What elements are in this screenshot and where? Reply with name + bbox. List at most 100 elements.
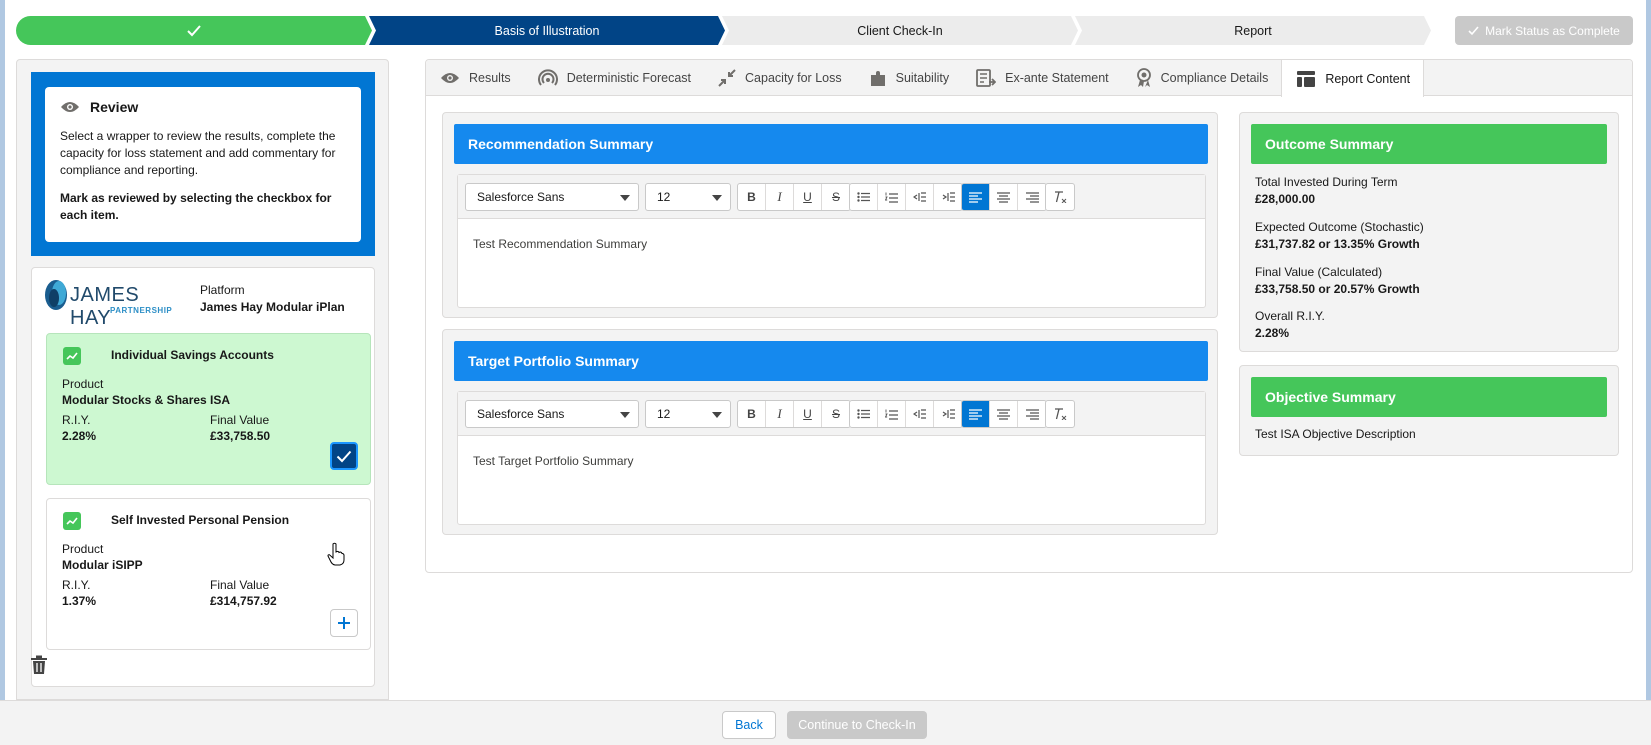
chevron-down-icon: [620, 195, 630, 201]
card-header: Target Portfolio Summary: [454, 341, 1208, 381]
product-card-isa[interactable]: Individual Savings Accounts Product Modu…: [46, 333, 371, 485]
tab-suitability[interactable]: Suitability: [855, 60, 963, 96]
recommendation-summary-card: Recommendation Summary Salesforce Sans 1…: [442, 112, 1218, 318]
product-wrapper-name: Individual Savings Accounts: [111, 348, 274, 362]
back-button[interactable]: Back: [722, 711, 776, 739]
align-right-button[interactable]: [1018, 401, 1046, 427]
path-step-label: Report: [1234, 23, 1272, 38]
summary-value: £31,737.82 or 13.35% Growth: [1255, 237, 1420, 251]
tab-results[interactable]: Results: [426, 60, 524, 96]
main-panel: Results Deterministic Forecast Capacity …: [425, 59, 1633, 573]
strikethrough-button[interactable]: S: [822, 184, 850, 210]
product-card-sipp[interactable]: Self Invested Personal Pension Product M…: [46, 498, 371, 650]
align-center-button[interactable]: [990, 184, 1018, 210]
tab-label: Suitability: [895, 71, 950, 85]
tab-compliance-details[interactable]: Compliance Details: [1122, 60, 1282, 96]
rich-text-editor: Salesforce Sans 12 B I U S: [457, 174, 1206, 308]
outdent-icon: [913, 409, 926, 419]
path-step-complete[interactable]: [16, 16, 372, 45]
product-label: Product: [62, 542, 104, 556]
final-value-label: Final Value: [210, 413, 270, 427]
clear-format-icon: [1055, 408, 1067, 420]
add-review-button[interactable]: [330, 609, 358, 637]
reviewed-checkbox[interactable]: [330, 442, 358, 470]
check-icon: [1468, 25, 1479, 35]
path-step-label: Client Check-In: [857, 23, 943, 38]
align-right-button[interactable]: [1018, 184, 1046, 210]
eye-icon: [61, 102, 79, 112]
bullet-list-button[interactable]: [850, 184, 878, 210]
clear-formatting-button[interactable]: [1046, 184, 1074, 210]
align-left-button[interactable]: [962, 184, 990, 210]
tab-deterministic-forecast[interactable]: Deterministic Forecast: [524, 60, 704, 96]
path-step-basis-of-illustration[interactable]: Basis of Illustration: [369, 16, 725, 45]
italic-button[interactable]: I: [766, 401, 794, 427]
riy-label: R.I.Y.: [62, 578, 91, 592]
continue-to-check-in-button[interactable]: Continue to Check-In: [787, 711, 927, 739]
font-size-value: 12: [657, 407, 671, 421]
platform-label: Platform: [200, 283, 245, 297]
align-center-button[interactable]: [990, 401, 1018, 427]
target-portfolio-summary-card: Target Portfolio Summary Salesforce Sans…: [442, 329, 1218, 535]
numbered-list-button[interactable]: [878, 184, 906, 210]
summary-value: 2.28%: [1255, 326, 1290, 340]
mark-status-complete-button[interactable]: Mark Status as Complete: [1455, 16, 1633, 45]
underline-button[interactable]: U: [794, 401, 822, 427]
tab-label: Compliance Details: [1160, 71, 1269, 85]
font-size-select[interactable]: 12: [645, 183, 731, 211]
award-icon: [1136, 68, 1151, 87]
platform-card: JAMES HAY PARTNERSHIP Platform James Hay…: [31, 267, 375, 687]
clear-format-group: [1045, 400, 1075, 428]
review-card: Review Select a wrapper to review the re…: [45, 87, 361, 242]
align-left-button[interactable]: [962, 401, 990, 427]
bullet-list-icon: [857, 192, 870, 202]
outdent-icon: [913, 192, 926, 202]
numbered-list-button[interactable]: [878, 401, 906, 427]
statement-icon: [976, 69, 997, 87]
summary-label: Expected Outcome (Stochastic): [1255, 220, 1424, 234]
bold-button[interactable]: B: [738, 401, 766, 427]
hand-cursor-icon: [327, 542, 345, 569]
indent-increase-button[interactable]: [934, 184, 962, 210]
tab-report-content[interactable]: Report Content: [1281, 60, 1425, 97]
contract-icon: [718, 69, 736, 87]
layout-icon: [1297, 70, 1316, 87]
tab-label: Deterministic Forecast: [566, 71, 692, 85]
font-size-select[interactable]: 12: [645, 400, 731, 428]
font-family-select[interactable]: Salesforce Sans: [465, 400, 639, 428]
font-family-select[interactable]: Salesforce Sans: [465, 183, 639, 211]
align-left-icon: [969, 408, 982, 420]
font-size-value: 12: [657, 190, 671, 204]
status-path: Basis of Illustration Client Check-In Re…: [16, 16, 1442, 45]
summary-label: Overall R.I.Y.: [1255, 309, 1325, 323]
align-right-icon: [1025, 191, 1039, 203]
riy-label: R.I.Y.: [62, 413, 91, 427]
tab-capacity-for-loss[interactable]: Capacity for Loss: [704, 60, 855, 96]
plus-icon: [338, 617, 350, 629]
chevron-down-icon: [712, 195, 722, 201]
format-button-group: B I U S: [737, 183, 851, 211]
outcome-summary-card: Outcome Summary Total Invested During Te…: [1239, 112, 1619, 352]
editor-content[interactable]: Test Recommendation Summary: [473, 237, 647, 251]
indent-increase-button[interactable]: [934, 401, 962, 427]
path-step-client-check-in[interactable]: Client Check-In: [722, 16, 1078, 45]
bullet-list-button[interactable]: [850, 401, 878, 427]
tab-label: Ex-ante Statement: [1005, 71, 1109, 85]
editor-toolbar: Salesforce Sans 12 B I U S: [458, 175, 1205, 219]
list-button-group: [849, 183, 963, 211]
underline-button[interactable]: U: [794, 184, 822, 210]
delete-platform-button[interactable]: [30, 655, 48, 678]
clear-formatting-button[interactable]: [1046, 401, 1074, 427]
editor-content[interactable]: Test Target Portfolio Summary: [473, 454, 634, 468]
tab-ex-ante-statement[interactable]: Ex-ante Statement: [962, 60, 1122, 96]
bold-button[interactable]: B: [738, 184, 766, 210]
final-value-value: £33,758.50: [210, 429, 271, 443]
indent-decrease-button[interactable]: [906, 401, 934, 427]
chevron-down-icon: [620, 412, 630, 418]
path-step-report[interactable]: Report: [1075, 16, 1431, 45]
footer-bar: Back Continue to Check-In: [0, 700, 1651, 745]
indent-decrease-button[interactable]: [906, 184, 934, 210]
align-button-group: [961, 400, 1047, 428]
strikethrough-button[interactable]: S: [822, 401, 850, 427]
italic-button[interactable]: I: [766, 184, 794, 210]
